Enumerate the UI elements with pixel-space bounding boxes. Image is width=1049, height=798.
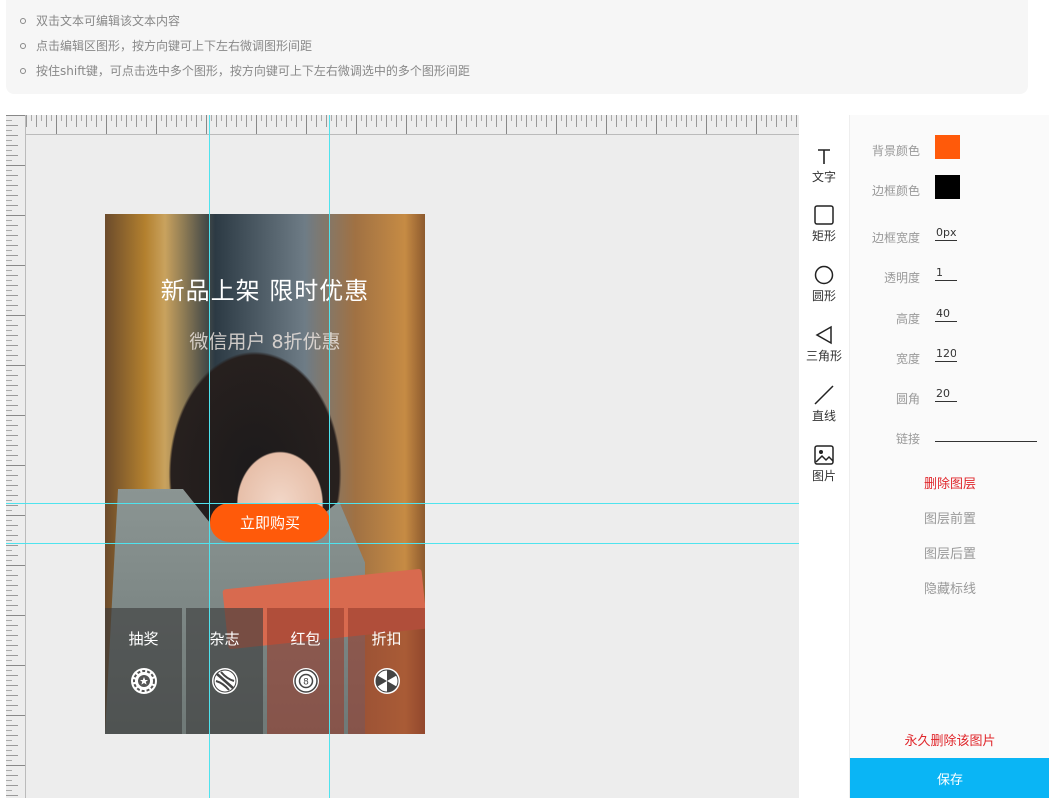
rectangle-tool[interactable]: 矩形 (799, 204, 849, 260)
bullet-icon (20, 18, 26, 24)
border-color-label: 边框颜色 (871, 184, 920, 198)
poster-image[interactable]: 新品上架 限时优惠 微信用户 8折优惠 立即购买 抽奖 杂志 红包 8 折扣 (105, 214, 425, 734)
text-tool[interactable]: 文字 (799, 145, 849, 201)
pinwheel-icon (373, 668, 400, 694)
delete-layer-button[interactable]: 删除图层 (850, 473, 1049, 492)
width-row: 宽度 (850, 343, 1049, 371)
guide-line-vertical[interactable] (329, 115, 330, 798)
width-field[interactable] (935, 346, 957, 362)
rectangle-icon (814, 205, 834, 225)
radius-field[interactable] (935, 386, 957, 402)
triangle-icon (815, 325, 832, 345)
baseball-icon (211, 668, 238, 694)
width-label: 宽度 (895, 352, 920, 366)
bullet-icon (20, 43, 26, 49)
buy-now-button[interactable]: 立即购买 (210, 503, 330, 542)
line-tool[interactable]: 直线 (799, 384, 849, 440)
vertical-ruler (6, 115, 26, 798)
poster-headline[interactable]: 新品上架 限时优惠 (105, 271, 425, 306)
link-label: 链接 (895, 432, 920, 446)
opacity-label: 透明度 (883, 271, 920, 285)
image-tool[interactable]: 图片 (799, 444, 849, 500)
circle-icon (814, 265, 834, 285)
text-tool-icon (818, 149, 830, 164)
tip-item: 双击文本可编辑该文本内容 (6, 9, 1028, 34)
poster-tab-magazine[interactable]: 杂志 (186, 608, 263, 734)
guide-line-horizontal[interactable] (6, 543, 799, 544)
tool-label: 三角形 (805, 349, 842, 363)
tip-item: 点击编辑区图形，按方向键可上下左右微调图形间距 (6, 34, 1028, 59)
delete-image-button[interactable]: 永久删除该图片 (850, 730, 1049, 749)
poster-tab-bar: 抽奖 杂志 红包 8 折扣 (105, 608, 425, 734)
bullet-icon (20, 68, 26, 74)
tab-label: 抽奖 (128, 630, 159, 648)
guide-line-vertical[interactable] (209, 115, 210, 798)
border-color-row: 边框颜色 (850, 175, 1049, 203)
tool-label: 直线 (811, 409, 836, 423)
guide-line-horizontal[interactable] (6, 503, 799, 504)
border-width-row: 边框宽度 (850, 222, 1049, 250)
border-color-swatch[interactable] (935, 175, 960, 199)
height-label: 高度 (895, 312, 920, 326)
link-field[interactable] (935, 426, 1037, 442)
circle-tool[interactable]: 圆形 (799, 264, 849, 320)
line-icon (814, 385, 834, 405)
poster-tab-lottery[interactable]: 抽奖 (105, 608, 182, 734)
poster-tab-red-packet[interactable]: 红包 8 (267, 608, 344, 734)
tip-text: 双击文本可编辑该文本内容 (36, 14, 181, 28)
bring-forward-button[interactable]: 图层前置 (850, 508, 1049, 527)
tab-label: 杂志 (209, 630, 240, 648)
border-width-label: 边框宽度 (871, 231, 920, 245)
bg-color-label: 背景颜色 (871, 144, 920, 158)
radius-label: 圆角 (895, 392, 920, 406)
border-width-field[interactable] (935, 225, 957, 241)
send-backward-button[interactable]: 图层后置 (850, 543, 1049, 562)
poster-subline[interactable]: 微信用户 8折优惠 (105, 327, 425, 354)
height-row: 高度 (850, 303, 1049, 331)
tool-label: 矩形 (811, 229, 836, 243)
bg-color-row: 背景颜色 (850, 135, 1049, 163)
triangle-tool[interactable]: 三角形 (799, 324, 849, 380)
image-icon (814, 445, 834, 465)
tip-text: 按住shift键，可点击选中多个图形，按方向键可上下左右微调选中的多个图形间距 (36, 64, 470, 78)
save-button[interactable]: 保存 (850, 758, 1049, 798)
poster-tab-discount[interactable]: 折扣 (348, 608, 425, 734)
tool-label: 文字 (811, 170, 836, 184)
tab-label: 折扣 (371, 630, 402, 648)
height-field[interactable] (935, 306, 957, 322)
opacity-field[interactable] (935, 265, 957, 281)
horizontal-ruler (6, 115, 799, 135)
tool-label: 图片 (811, 469, 836, 483)
bg-color-swatch[interactable] (935, 135, 960, 159)
radius-row: 圆角 (850, 383, 1049, 411)
tip-item: 按住shift键，可点击选中多个图形，按方向键可上下左右微调选中的多个图形间距 (6, 59, 1028, 84)
tips-panel: 双击文本可编辑该文本内容 点击编辑区图形，按方向键可上下左右微调图形间距 按住s… (6, 0, 1028, 94)
link-row: 链接 (850, 423, 1049, 451)
shape-toolbox: 文字 矩形 圆形 三角形 直线 图片 (799, 115, 849, 798)
opacity-row: 透明度 (850, 262, 1049, 290)
tip-text: 点击编辑区图形，按方向键可上下左右微调图形间距 (36, 39, 313, 53)
svg-text:8: 8 (303, 678, 309, 688)
eight-ball-icon: 8 (292, 668, 319, 694)
star-coin-icon (130, 668, 157, 694)
tool-label: 圆形 (811, 289, 836, 303)
hide-guides-button[interactable]: 隐藏标线 (850, 578, 1049, 597)
editor-canvas[interactable]: 新品上架 限时优惠 微信用户 8折优惠 立即购买 抽奖 杂志 红包 8 折扣 (6, 115, 799, 798)
tab-label: 红包 (290, 630, 321, 648)
properties-panel: 背景颜色 边框颜色 边框宽度 透明度 高度 宽度 圆角 链接 删除图层 图层前置… (849, 115, 1049, 798)
